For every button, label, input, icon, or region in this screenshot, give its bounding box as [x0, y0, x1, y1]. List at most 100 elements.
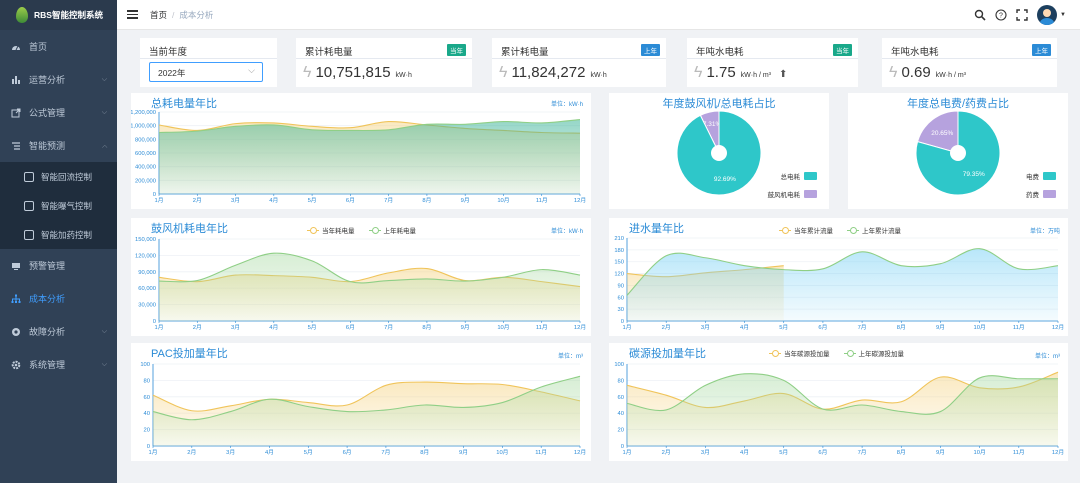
legend-label[interactable]: 当年碳源投加量 [784, 348, 830, 358]
legend-label[interactable]: 当年耗电量 [322, 225, 355, 235]
x-tick-label: 4月 [265, 449, 274, 456]
x-tick-label: 4月 [740, 449, 749, 456]
x-tick-label: 11月 [536, 324, 548, 331]
y-tick-label: 1,000,000 [131, 124, 156, 130]
sidebar-subitem-aeration[interactable]: 智能曝气控制 [0, 191, 117, 220]
sidebar-item-label: 运营分析 [29, 75, 66, 85]
x-tick-label: 12月 [574, 197, 586, 204]
x-tick-label: 10月 [497, 324, 509, 331]
breadcrumb-current: 成本分析 [179, 9, 214, 20]
x-tick-label: 5月 [779, 449, 788, 456]
series-area [627, 373, 1058, 446]
fullscreen-icon[interactable] [1016, 9, 1028, 21]
chevron-down-icon: ⌵ [101, 75, 107, 83]
sidebar-item-prediction[interactable]: 智能预测 ⌵ [0, 129, 117, 162]
x-tick-label: 6月 [346, 324, 355, 331]
x-tick-label: 3月 [226, 449, 235, 456]
help-icon[interactable]: ? [995, 9, 1007, 21]
chart-card-total: 总耗电量年比 单位：kW·h 0 200,000 400,000 600,000 800… [130, 93, 591, 209]
pie-legend: 总电耗 鼓风机电耗 [768, 171, 817, 207]
stat-card-last-ton: 年吨水电耗 上年 ϟ 0.69 kW·h / m³ [882, 38, 1057, 87]
y-tick-label: 100 [140, 362, 150, 368]
badge-last-year: 上年 [1032, 44, 1051, 56]
sidebar-item-cost[interactable]: 成本分析 [0, 282, 117, 315]
sidebar-item-fault[interactable]: 故障分析 ⌵ [0, 315, 117, 348]
sidebar-item-operation[interactable]: 运营分析 ⌵ [0, 63, 117, 96]
x-tick-label: 8月 [422, 324, 431, 331]
legend-marker [769, 350, 781, 357]
stat-unit: kW·h / m³ [740, 72, 771, 79]
breadcrumb-home[interactable]: 首页 [150, 10, 167, 20]
y-tick-label: 30 [618, 307, 624, 313]
pie-legend: 电费 药费 [1026, 171, 1056, 207]
sidebar-item-formula[interactable]: 公式管理 ⌵ [0, 96, 117, 129]
app-logo[interactable]: RBS智能控制系统 [0, 0, 117, 30]
sidebar-item-alarm[interactable]: 预警管理 [0, 249, 117, 282]
x-tick-label: 5月 [308, 324, 317, 331]
sidebar-item-label: 成本分析 [29, 294, 66, 304]
pie-card-fan: 年度鼓风机/总电耗占比 7.31% 92.69% 总电耗 鼓风机电耗 [609, 93, 829, 209]
sidebar-item-home[interactable]: 首页 [0, 30, 117, 63]
x-tick-label: 2月 [193, 324, 202, 331]
y-tick-label: 20 [618, 428, 624, 434]
stat-card-current-ton: 年吨水电耗 当年 ϟ 1.75 kW·h / m³ ⬆ [687, 38, 858, 87]
caret-down-icon[interactable]: ▼ [1060, 12, 1066, 18]
x-tick-label: 8月 [897, 449, 906, 456]
external-link-icon [11, 108, 21, 118]
sidebar-item-system[interactable]: 系统管理 ⌵ [0, 348, 117, 381]
chevron-down-icon: ⌵ [248, 65, 255, 75]
divider [140, 58, 277, 59]
y-tick-label: 40 [144, 411, 150, 417]
y-tick-label: 60 [618, 395, 624, 401]
chevron-down-icon: ⌵ [101, 327, 107, 335]
y-tick-label: 30,000 [138, 303, 156, 309]
y-tick-label: 800,000 [135, 137, 156, 143]
legend-swatch [804, 190, 817, 198]
badge-current-year: 当年 [833, 44, 852, 56]
sidebar-subitem-label: 智能曝气控制 [41, 200, 93, 211]
x-tick-label: 12月 [1052, 324, 1064, 331]
lightning-icon: ϟ [889, 64, 898, 81]
legend-label[interactable]: 当年累计流量 [794, 225, 833, 235]
lightning-icon: ϟ [303, 64, 312, 81]
x-tick-label: 1月 [154, 197, 163, 204]
hamburger-menu-icon[interactable] [127, 8, 138, 21]
x-tick-label: 1月 [154, 324, 163, 331]
dashboard-icon [11, 42, 21, 52]
x-tick-label: 11月 [536, 197, 548, 204]
search-icon[interactable] [974, 9, 986, 21]
divider [882, 58, 1057, 59]
chart-legend: 当年累计流量 上年累计流量 [779, 225, 901, 235]
control-icon [24, 171, 34, 182]
legend-label[interactable]: 上年累计流量 [862, 225, 901, 235]
stat-title: 累计耗电量 [305, 47, 353, 58]
y-tick-label: 60 [144, 395, 150, 401]
user-avatar[interactable] [1037, 5, 1058, 25]
sidebar-subitem-label: 智能回流控制 [41, 171, 93, 182]
sidebar-subitem-dosing[interactable]: 智能加药控制 [0, 220, 117, 249]
leaf-logo-icon [16, 7, 28, 23]
y-tick-label: 60,000 [138, 286, 156, 292]
chart-title: 进水量年比 [629, 223, 684, 235]
sidebar: RBS智能控制系统 首页 运营分析 ⌵ 公式管理 ⌵ 智能预测 ⌵ 智能回流控制… [0, 0, 117, 483]
lightning-icon: ϟ [694, 64, 703, 81]
chevron-down-icon: ⌵ [101, 108, 107, 116]
badge-last-year: 上年 [641, 44, 660, 56]
legend-label[interactable]: 上年碳源投加量 [859, 348, 905, 358]
year-select[interactable]: 2022年 ⌵ [149, 62, 263, 82]
x-tick-label: 6月 [818, 449, 827, 456]
chart-title: 总耗电量年比 [151, 98, 217, 110]
gear-circle-icon [11, 327, 21, 337]
chart-legend: 当年碳源投加量 上年碳源投加量 [769, 348, 904, 358]
chevron-down-icon: ⌵ [101, 360, 107, 368]
sidebar-subitem-reflux[interactable]: 智能回流控制 [0, 162, 117, 191]
sidebar-item-label: 故障分析 [29, 327, 66, 337]
x-tick-label: 7月 [858, 324, 867, 331]
y-tick-label: 90 [618, 283, 624, 289]
pie-hole [950, 145, 966, 161]
chart-unit: 单位：m³ [558, 354, 583, 360]
chart-card-fan: 鼓风机耗电年比 单位：kW·h 当年耗电量 上年耗电量 0 30,000 60,00… [131, 218, 591, 336]
x-tick-label: 10月 [497, 197, 509, 204]
legend-marker [779, 227, 791, 234]
legend-label[interactable]: 上年耗电量 [384, 225, 417, 235]
